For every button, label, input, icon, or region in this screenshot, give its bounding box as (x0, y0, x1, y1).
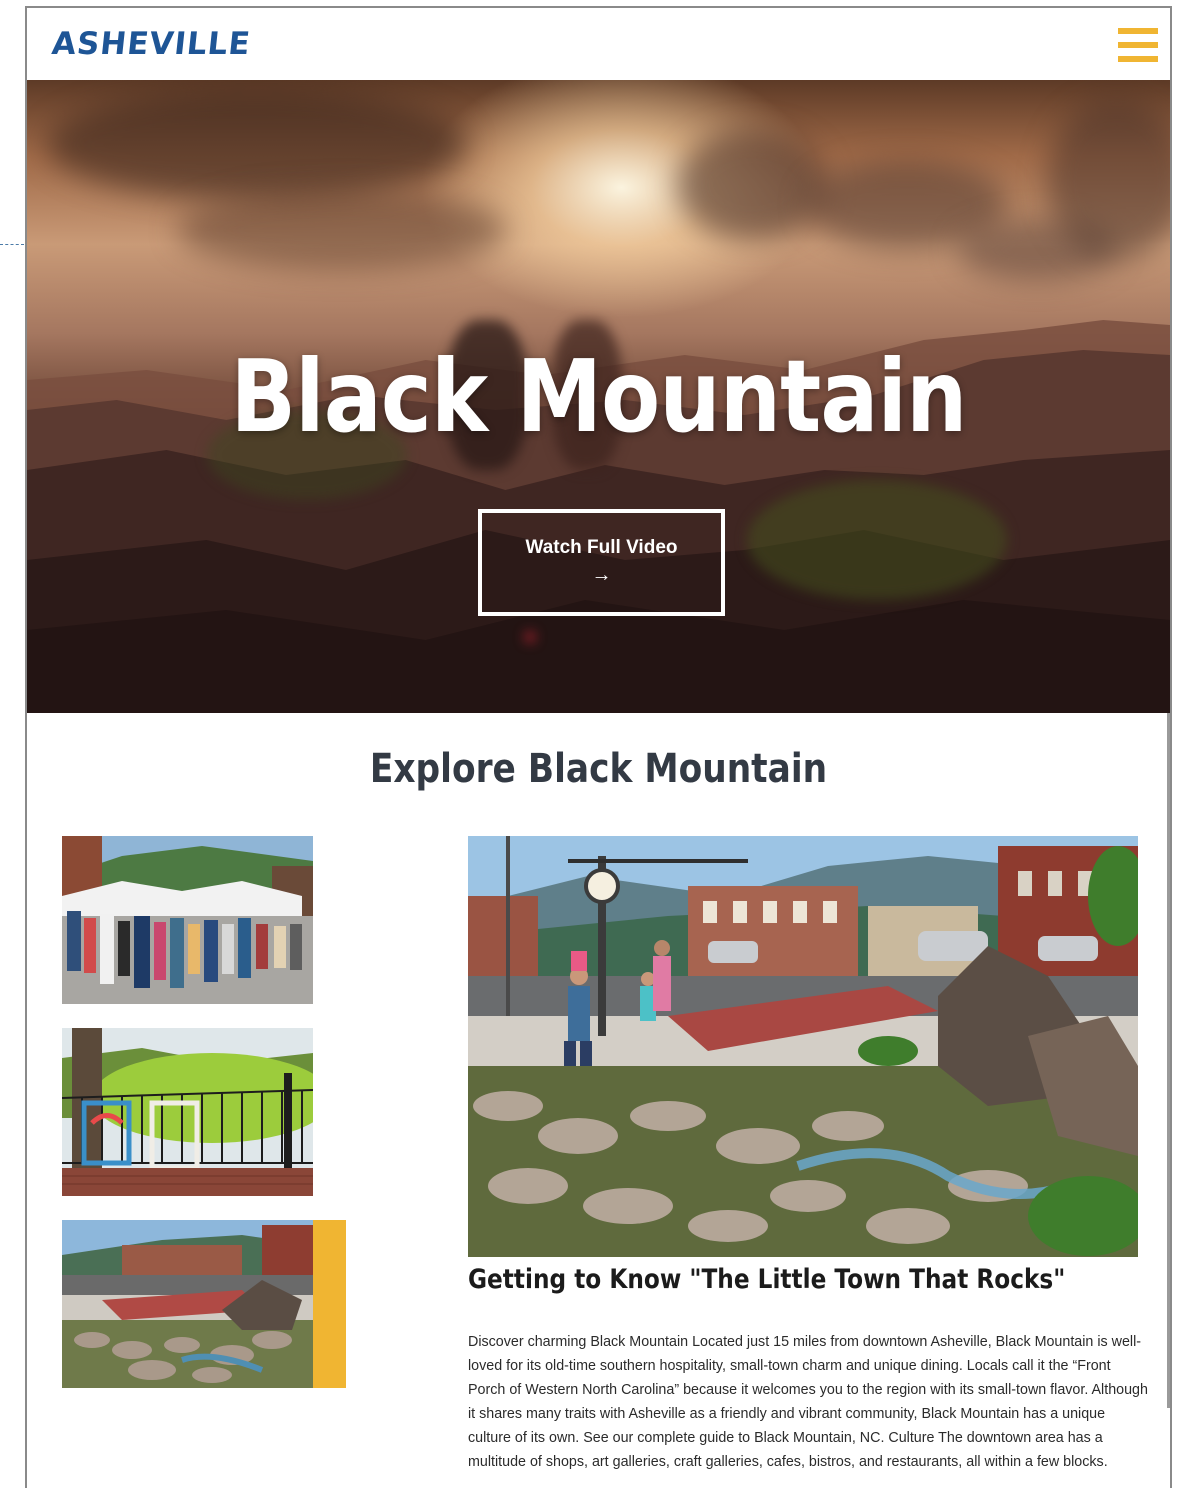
rocking-chairs-photo (62, 1028, 313, 1196)
feature-title[interactable]: Getting to Know "The Little Town That Ro… (468, 1264, 1065, 1295)
downtown-creek-photo (62, 1220, 313, 1388)
thumbnail-downtown-creek[interactable] (62, 1220, 313, 1388)
featured-image (468, 836, 1138, 1257)
scrollbar[interactable] (1167, 713, 1170, 1408)
side-dashed-line (0, 244, 24, 245)
watch-video-button[interactable]: Watch Full Video → (478, 509, 725, 616)
hero-banner: Black Mountain Watch Full Video → (27, 80, 1170, 713)
arrow-right-icon: → (591, 564, 612, 586)
selected-thumbnail-indicator (313, 1220, 346, 1388)
downtown-creek-feature-photo (468, 836, 1138, 1257)
watch-video-label: Watch Full Video (525, 537, 678, 558)
site-header: ASHEVILLE (27, 8, 1170, 80)
thumbnail-rocking-chairs[interactable] (62, 1028, 313, 1196)
section-title: Explore Black Mountain (369, 746, 828, 792)
asheville-logo[interactable]: ASHEVILLE (50, 26, 252, 62)
thumbnail-street-market[interactable] (62, 836, 313, 1004)
page-frame: ASHEVILLE Black Mountain Watch Full Vide… (25, 6, 1172, 1488)
hamburger-menu-icon[interactable] (1118, 28, 1158, 62)
hero-title: Black Mountain (230, 338, 967, 455)
street-market-photo (62, 836, 313, 1004)
feature-description: Discover charming Black Mountain Located… (468, 1334, 1148, 1470)
